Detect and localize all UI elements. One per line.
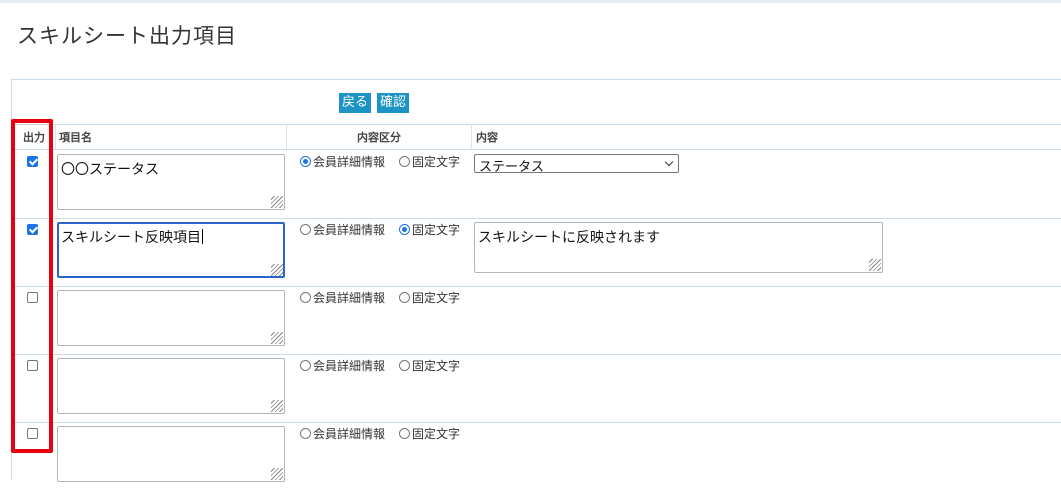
top-border	[0, 0, 1061, 3]
header-content: 内容	[476, 131, 498, 144]
table-row: 会員詳細情報 固定文字	[12, 422, 1061, 490]
resize-handle-icon[interactable]	[271, 332, 283, 344]
form-panel: 戻る 確認 出力 項目名 内容区分 内容 〇〇ステータス 会員詳細情報 固定文字…	[11, 79, 1061, 482]
radio-member-info-label[interactable]: 会員詳細情報	[313, 153, 385, 170]
table-row: 会員詳細情報 固定文字	[12, 354, 1061, 423]
header-output: 出力	[23, 131, 45, 144]
back-button[interactable]: 戻る	[339, 93, 372, 113]
output-checkbox[interactable]	[27, 428, 38, 439]
radio-fixed-text-label[interactable]: 固定文字	[412, 357, 460, 374]
radio-fixed-text-label[interactable]: 固定文字	[412, 221, 460, 238]
button-bar: 戻る 確認	[12, 80, 1061, 125]
page-title: スキルシート出力項目	[17, 24, 237, 48]
radio-member-info[interactable]	[300, 156, 311, 167]
text-caret	[202, 229, 203, 244]
confirm-button[interactable]: 確認	[377, 93, 410, 113]
content-select[interactable]: ステータス	[474, 154, 679, 175]
item-name-field[interactable]	[57, 358, 285, 414]
radio-fixed-text[interactable]	[399, 360, 410, 371]
output-checkbox[interactable]	[27, 360, 38, 371]
radio-member-info[interactable]	[300, 360, 311, 371]
header-content-type: 内容区分	[357, 131, 401, 144]
content-select-value: ステータス	[479, 160, 545, 175]
output-checkbox[interactable]	[27, 156, 38, 167]
radio-fixed-text-label[interactable]: 固定文字	[412, 425, 460, 442]
item-name-value: スキルシート反映項目	[61, 230, 201, 246]
column-divider	[55, 124, 56, 149]
radio-member-info-label[interactable]: 会員詳細情報	[313, 289, 385, 306]
radio-member-info-label[interactable]: 会員詳細情報	[313, 357, 385, 374]
radio-fixed-text-label[interactable]: 固定文字	[412, 289, 460, 306]
radio-member-info[interactable]	[300, 428, 311, 439]
content-value: スキルシートに反映されます	[478, 230, 660, 246]
radio-fixed-text[interactable]	[399, 292, 410, 303]
radio-member-info[interactable]	[300, 292, 311, 303]
resize-handle-icon[interactable]	[271, 468, 283, 480]
table-row: 会員詳細情報 固定文字	[12, 286, 1061, 355]
output-checkbox[interactable]	[27, 292, 38, 303]
radio-fixed-text[interactable]	[399, 428, 410, 439]
radio-fixed-text-label[interactable]: 固定文字	[412, 153, 460, 170]
item-name-field[interactable]	[57, 426, 285, 482]
chevron-down-icon	[664, 157, 674, 167]
item-name-field[interactable]: スキルシート反映項目	[57, 222, 285, 278]
resize-handle-icon[interactable]	[271, 196, 283, 208]
radio-member-info[interactable]	[300, 224, 311, 235]
header-item-name: 項目名	[59, 131, 92, 144]
content-textarea[interactable]: スキルシートに反映されます	[474, 222, 883, 273]
resize-handle-icon[interactable]	[271, 400, 283, 412]
table-row: 〇〇ステータス 会員詳細情報 固定文字 ステータス	[12, 150, 1061, 219]
radio-fixed-text[interactable]	[399, 156, 410, 167]
radio-fixed-text[interactable]	[399, 224, 410, 235]
item-name-value: 〇〇ステータス	[61, 162, 159, 178]
item-name-field[interactable]	[57, 290, 285, 346]
output-checkbox[interactable]	[27, 224, 38, 235]
radio-member-info-label[interactable]: 会員詳細情報	[313, 425, 385, 442]
resize-handle-icon[interactable]	[869, 259, 881, 271]
table-header: 出力 項目名 内容区分 内容	[12, 124, 1061, 150]
item-name-field[interactable]: 〇〇ステータス	[57, 154, 285, 210]
table-row: スキルシート反映項目 会員詳細情報 固定文字 スキルシートに反映されます	[12, 218, 1061, 287]
radio-member-info-label[interactable]: 会員詳細情報	[313, 221, 385, 238]
column-divider	[286, 124, 287, 149]
resize-handle-icon[interactable]	[271, 264, 283, 276]
column-divider	[471, 124, 472, 149]
